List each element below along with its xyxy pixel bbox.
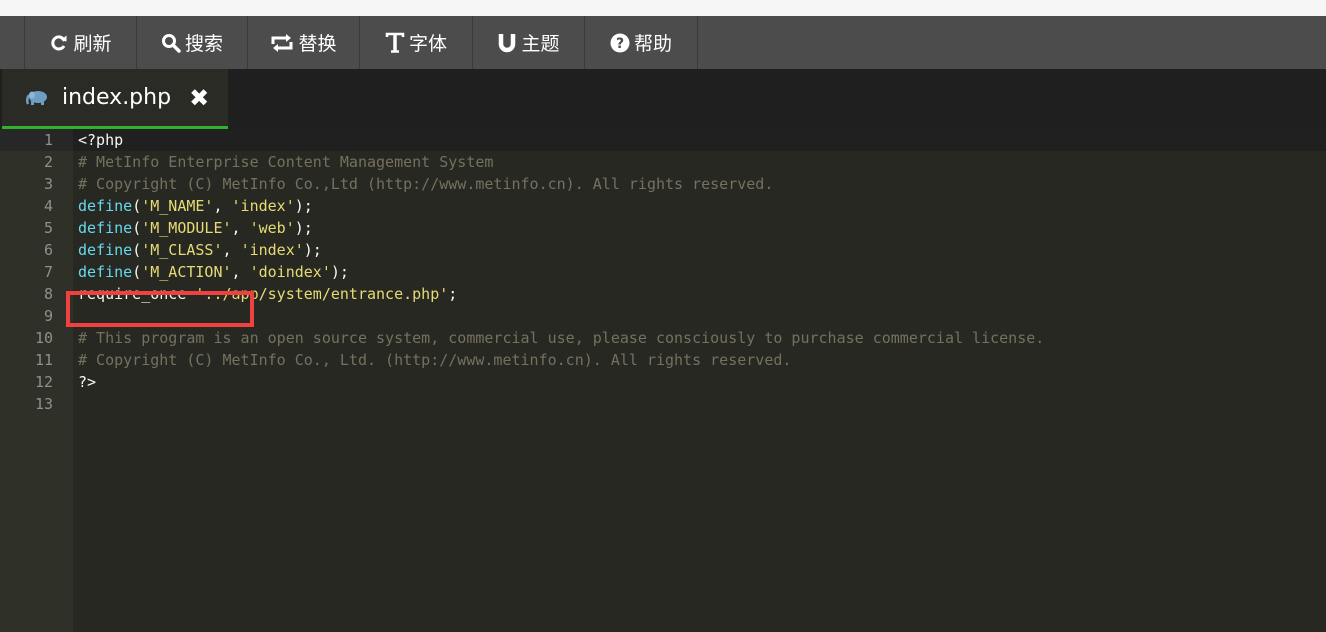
text-icon bbox=[385, 32, 405, 54]
line-number: 10 bbox=[34, 329, 53, 347]
code-comment: # Copyright (C) MetInfo Co., Ltd. (http:… bbox=[78, 351, 792, 369]
toolbar-spacer bbox=[0, 16, 25, 69]
code-punct: , bbox=[213, 197, 232, 215]
code-punct: ( bbox=[132, 263, 142, 281]
code-punct: ); bbox=[330, 263, 349, 281]
code-punct: , bbox=[231, 263, 250, 281]
code-string: 'M_ACTION' bbox=[141, 263, 232, 281]
svg-text:?: ? bbox=[616, 36, 624, 52]
replace-button[interactable]: 替换 bbox=[248, 16, 360, 69]
line-number: 9 bbox=[43, 307, 53, 325]
replace-label: 替换 bbox=[298, 33, 337, 55]
line-number: 7 bbox=[43, 263, 53, 281]
help-button[interactable]: ? 帮助 bbox=[585, 16, 698, 69]
tab-index-php[interactable]: index.php ✖ bbox=[2, 69, 228, 129]
code-function: define bbox=[78, 263, 133, 281]
search-icon bbox=[161, 33, 181, 53]
help-label: 帮助 bbox=[633, 33, 672, 55]
code-string: 'M_CLASS' bbox=[141, 241, 223, 259]
code-punct: , bbox=[222, 241, 241, 259]
line-number: 13 bbox=[34, 395, 53, 413]
annotation-highlight-box bbox=[66, 291, 254, 327]
php-open-tag: <?php bbox=[78, 131, 124, 149]
line-number: 6 bbox=[43, 241, 53, 259]
line-number: 2 bbox=[43, 153, 53, 171]
code-punct: ; bbox=[448, 285, 458, 303]
code-comment: # Copyright (C) MetInfo Co.,Ltd (http://… bbox=[78, 175, 774, 193]
code-punct: ); bbox=[294, 197, 313, 215]
magnet-icon bbox=[497, 33, 517, 53]
code-line: define('M_ACTION', 'doindex'); bbox=[78, 261, 349, 283]
code-punct: ( bbox=[132, 241, 142, 259]
line-number: 11 bbox=[34, 351, 53, 369]
code-function: define bbox=[78, 197, 133, 215]
code-line: define('M_MODULE', 'web'); bbox=[78, 217, 313, 239]
line-number: 8 bbox=[43, 285, 53, 303]
code-line: define('M_NAME', 'index'); bbox=[78, 195, 313, 217]
active-line-highlight bbox=[73, 129, 1326, 151]
help-icon: ? bbox=[610, 33, 630, 53]
code-string: 'index' bbox=[240, 241, 304, 259]
search-button[interactable]: 搜索 bbox=[137, 16, 248, 69]
search-label: 搜索 bbox=[184, 33, 223, 55]
php-elephant-icon bbox=[26, 90, 50, 106]
code-line: <?php bbox=[78, 129, 123, 151]
tab-filename: index.php bbox=[62, 85, 172, 110]
editor-toolbar: 刷新 搜索 替换 字体 主题 ? 帮助 bbox=[0, 16, 1326, 69]
refresh-icon bbox=[49, 33, 69, 53]
line-number: 1 bbox=[43, 131, 53, 149]
code-function: define bbox=[78, 219, 133, 237]
line-number: 3 bbox=[43, 175, 53, 193]
code-line: # This program is an open source system,… bbox=[78, 327, 1044, 349]
code-string: 'M_MODULE' bbox=[141, 219, 232, 237]
code-comment: # MetInfo Enterprise Content Management … bbox=[78, 153, 494, 171]
refresh-label: 刷新 bbox=[73, 33, 112, 55]
code-text-area[interactable]: <?php # MetInfo Enterprise Content Manag… bbox=[73, 129, 1326, 632]
code-punct: , bbox=[231, 219, 250, 237]
code-punct: ( bbox=[132, 219, 142, 237]
window-top-strip bbox=[0, 0, 1326, 16]
theme-button[interactable]: 主题 bbox=[473, 16, 585, 69]
theme-label: 主题 bbox=[521, 33, 560, 55]
code-line: # Copyright (C) MetInfo Co.,Ltd (http://… bbox=[78, 173, 773, 195]
code-line: # MetInfo Enterprise Content Management … bbox=[78, 151, 493, 173]
code-editor[interactable]: 1 2 3 4 5 6 7 8 9 10 11 12 13 <?php # Me… bbox=[0, 129, 1326, 632]
code-comment: # This program is an open source system,… bbox=[78, 329, 1045, 347]
refresh-button[interactable]: 刷新 bbox=[25, 16, 137, 69]
code-punct: ( bbox=[132, 197, 142, 215]
line-number: 5 bbox=[43, 219, 53, 237]
line-number: 4 bbox=[43, 197, 53, 215]
code-string: 'M_NAME' bbox=[141, 197, 214, 215]
file-tab-bar: index.php ✖ bbox=[0, 69, 1326, 129]
code-line: ?> bbox=[78, 371, 96, 393]
font-label: 字体 bbox=[408, 33, 447, 55]
font-button[interactable]: 字体 bbox=[360, 16, 473, 69]
line-number-gutter: 1 2 3 4 5 6 7 8 9 10 11 12 13 bbox=[0, 129, 73, 632]
line-number: 12 bbox=[34, 373, 53, 391]
code-function: define bbox=[78, 241, 133, 259]
code-string: 'web' bbox=[249, 219, 295, 237]
code-line: define('M_CLASS', 'index'); bbox=[78, 239, 322, 261]
php-close-tag: ?> bbox=[78, 373, 97, 391]
code-string: 'index' bbox=[231, 197, 295, 215]
code-punct: ); bbox=[294, 219, 313, 237]
code-string: 'doindex' bbox=[249, 263, 331, 281]
code-punct: ); bbox=[303, 241, 322, 259]
code-line: # Copyright (C) MetInfo Co., Ltd. (http:… bbox=[78, 349, 791, 371]
close-tab-icon[interactable]: ✖ bbox=[189, 86, 209, 110]
replace-icon bbox=[270, 33, 294, 53]
